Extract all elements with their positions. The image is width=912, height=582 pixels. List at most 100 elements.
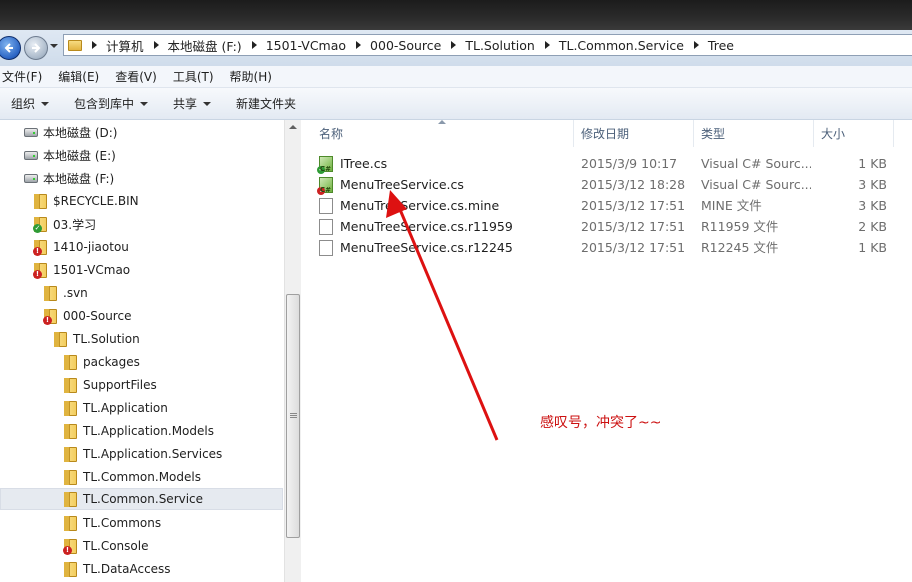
file-icon (319, 197, 333, 214)
file-size: 3 KB (858, 177, 887, 192)
menu-view[interactable]: 查看(V) (112, 68, 160, 85)
column-header-date[interactable]: 修改日期 (574, 120, 694, 147)
scroll-up-arrow-icon[interactable] (289, 125, 297, 129)
file-row[interactable]: MenuTreeService.cs.r12245 2015/3/12 17:5… (302, 237, 912, 258)
folder-icon (34, 193, 47, 209)
file-name-cell: MenuTreeService.cs.r12245 (319, 237, 513, 258)
organize-button[interactable]: 组织 (11, 95, 50, 112)
breadcrumb-item[interactable]: 本地磁盘 (F:) (168, 36, 266, 55)
new-folder-label: 新建文件夹 (236, 97, 297, 111)
menu-file[interactable]: 文件(F) (0, 68, 45, 85)
tree-item-label: 000-Source (63, 309, 132, 323)
tree-item-03-study[interactable]: ✓ 03.学习 (33, 213, 97, 235)
file-date: 2015/3/9 10:17 (581, 156, 678, 171)
file-row[interactable]: MenuTreeService.cs.r11959 2015/3/12 17:5… (302, 216, 912, 237)
breadcrumb-item[interactable]: 1501-VCmao (266, 38, 370, 53)
folder-icon (68, 39, 82, 51)
new-folder-button[interactable]: 新建文件夹 (236, 95, 296, 112)
drive-icon (24, 127, 38, 137)
breadcrumb-item[interactable]: Tree (708, 38, 734, 53)
share-label: 共享 (173, 97, 198, 111)
file-name: ITree.cs (340, 156, 388, 171)
column-header-size[interactable]: 大小 (814, 120, 894, 147)
chevron-right-icon (92, 41, 97, 49)
breadcrumb-root-separator[interactable] (82, 41, 106, 49)
tree-item-tl-application[interactable]: TL.Application (64, 397, 168, 419)
annotation-text: 感叹号，冲突了~~ (540, 415, 662, 431)
column-header-type[interactable]: 类型 (694, 120, 814, 147)
check-badge-icon: ✓ (33, 223, 42, 233)
tree-item-packages[interactable]: packages (64, 351, 140, 373)
menu-tools[interactable]: 工具(T) (170, 68, 217, 85)
tree-item-tl-console[interactable]: ! TL.Console (63, 535, 149, 557)
tree-item-label: TL.Console (83, 539, 149, 553)
folder-conflict-icon: ! (63, 538, 77, 555)
file-row[interactable]: ✓ ITree.cs 2015/3/9 10:17 Visual C# Sourc… (302, 153, 912, 180)
tree-item-drive-e[interactable]: 本地磁盘 (E:) (24, 144, 116, 166)
navigation-pane-scrollbar[interactable] (284, 120, 301, 582)
tree-item-label: SupportFiles (83, 378, 157, 392)
tree-item-drive-d[interactable]: 本地磁盘 (D:) (24, 121, 117, 143)
cs-file-ok-icon: ✓ (317, 155, 333, 180)
file-size: 1 KB (858, 240, 887, 255)
file-name-cell: MenuTreeService.cs.r11959 (319, 216, 513, 237)
chevron-right-icon (544, 41, 550, 49)
file-row[interactable]: ! MenuTreeService.cs 2015/3/12 18:28 Visu… (302, 174, 912, 201)
column-header-label: 修改日期 (581, 127, 630, 141)
file-icon (319, 239, 333, 256)
tree-item-tl-commons[interactable]: TL.Commons (64, 512, 161, 534)
tree-item-tl-common-models[interactable]: TL.Common.Models (64, 466, 201, 488)
tree-item-1501-vcmao[interactable]: ! 1501-VCmao (33, 259, 130, 281)
file-row[interactable]: MenuTreeService.cs.mine 2015/3/12 17:51 … (302, 195, 912, 216)
file-name-cell: ✓ ITree.cs (317, 153, 388, 180)
file-date: 2015/3/12 18:28 (581, 177, 686, 192)
tree-item-1410-jiaotou[interactable]: ! 1410-jiaotou (33, 236, 129, 258)
breadcrumb-item[interactable]: TL.Common.Service (559, 38, 708, 53)
breadcrumb-label: TL.Solution (465, 37, 535, 53)
column-header-label: 类型 (701, 127, 726, 141)
column-header-name[interactable]: 名称 (302, 120, 574, 147)
menu-help[interactable]: 帮助(H) (227, 68, 275, 85)
exclamation-badge-icon: ! (43, 315, 52, 325)
tree-item-tl-application-models[interactable]: TL.Application.Models (64, 420, 214, 442)
address-bar[interactable]: 计算机 本地磁盘 (F:) 1501-VCmao 000-Source TL.S… (63, 34, 912, 56)
breadcrumb-item[interactable]: TL.Solution (465, 38, 559, 53)
share-button[interactable]: 共享 (173, 95, 212, 112)
tree-item-recycle-bin[interactable]: $RECYCLE.BIN (34, 190, 139, 212)
organize-label: 组织 (11, 97, 36, 111)
file-type: MINE 文件 (701, 198, 762, 213)
file-name-cell: MenuTreeService.cs.mine (319, 195, 499, 216)
include-in-library-button[interactable]: 包含到库中 (74, 95, 149, 112)
chevron-right-icon (693, 41, 699, 49)
chevron-right-icon (251, 41, 257, 49)
forward-button[interactable] (24, 36, 48, 60)
folder-icon (64, 423, 77, 439)
folder-icon (64, 469, 77, 485)
tree-item-tl-dataaccess[interactable]: TL.DataAccess (64, 558, 171, 580)
tree-item-tl-application-services[interactable]: TL.Application.Services (64, 443, 222, 465)
scrollbar-thumb[interactable] (286, 294, 300, 538)
cs-file-conflict-icon: ! (317, 176, 333, 201)
tree-item-label: 03.学习 (53, 217, 97, 232)
recent-pages-dropdown[interactable] (50, 44, 58, 48)
exclamation-badge-icon: ! (33, 246, 42, 256)
breadcrumb-label: 计算机 (106, 38, 144, 54)
breadcrumb-item[interactable]: 000-Source (370, 38, 465, 53)
tree-item-supportfiles[interactable]: SupportFiles (64, 374, 157, 396)
exclamation-badge-icon: ! (33, 269, 42, 279)
file-name-cell: ! MenuTreeService.cs (317, 174, 464, 201)
tree-item-svn[interactable]: .svn (44, 282, 88, 304)
tree-item-label: .svn (63, 286, 88, 300)
file-name: MenuTreeService.cs (340, 177, 464, 192)
tree-item-drive-f[interactable]: 本地磁盘 (F:) (24, 167, 114, 189)
tree-item-label: TL.Commons (83, 516, 162, 530)
tree-item-label: 本地磁盘 (E:) (43, 148, 116, 163)
tree-item-tl-common-service[interactable]: TL.Common.Service (0, 488, 283, 510)
menu-edit[interactable]: 编辑(E) (55, 68, 102, 85)
tree-item-000-source[interactable]: ! 000-Source (43, 305, 132, 327)
arrow-left-icon (4, 43, 13, 53)
tree-item-tl-solution[interactable]: TL.Solution (54, 328, 140, 350)
breadcrumb-label: 1501-VCmao (265, 37, 347, 53)
breadcrumb-item[interactable]: 计算机 (106, 36, 168, 55)
breadcrumb-label: 本地磁盘 (F:) (167, 38, 242, 54)
